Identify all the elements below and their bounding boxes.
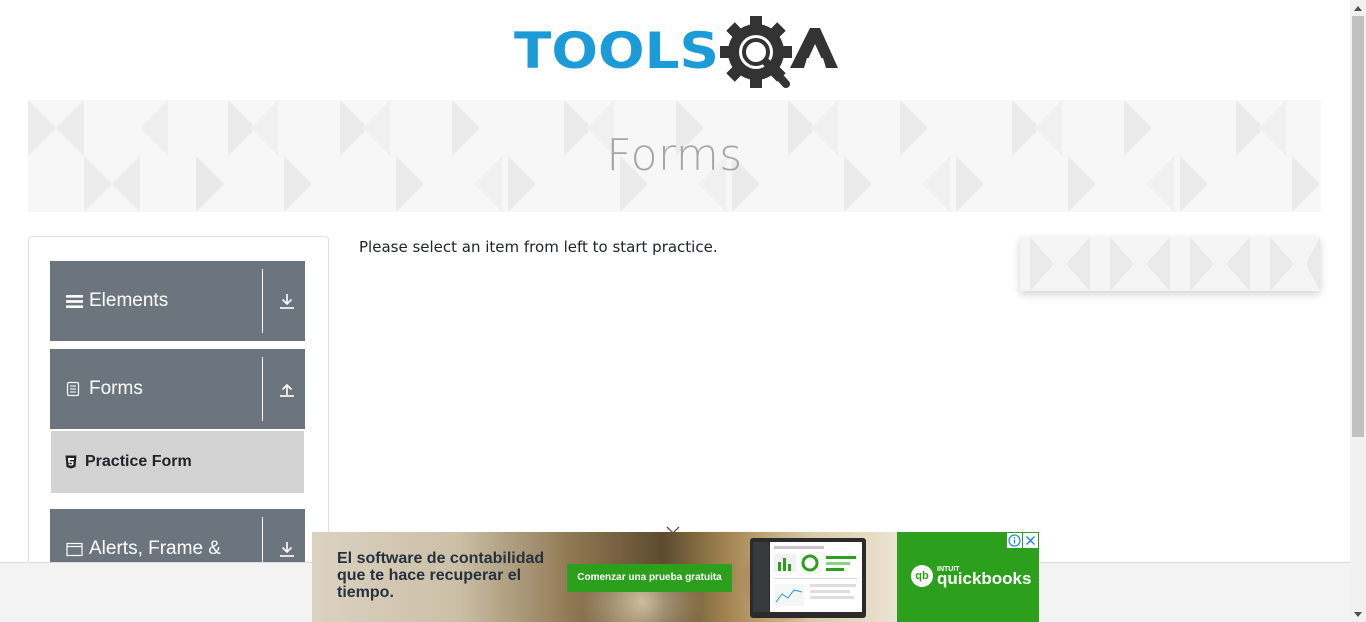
divider [262, 357, 263, 421]
info-icon[interactable] [1007, 533, 1022, 548]
page: TOOLS Forms Elements Forms Practice Form… [0, 0, 1366, 622]
divider [262, 269, 263, 333]
html5-shield-icon [65, 431, 77, 493]
scroll-up-arrow-icon[interactable] [1350, 0, 1366, 16]
page-title: Forms [606, 130, 743, 181]
vertical-scrollbar[interactable] [1350, 0, 1366, 622]
page-banner: Forms [28, 100, 1321, 212]
document-icon [66, 349, 80, 429]
close-icon[interactable] [1023, 533, 1038, 548]
scrollbar-thumb[interactable] [1352, 16, 1364, 437]
instruction-text: Please select an item from left to start… [359, 238, 718, 256]
sidebar-group-label: Forms [89, 378, 143, 399]
ad-headline: El software de contabilidad que te hace … [337, 550, 545, 601]
right-ad-placeholder [1020, 237, 1320, 291]
toolsqa-logo[interactable]: TOOLS [514, 14, 840, 92]
placeholder-pattern [1020, 237, 1320, 291]
hamburger-icon [66, 261, 83, 341]
quickbooks-logo-icon: qb [911, 565, 933, 587]
scroll-down-arrow-icon[interactable] [1350, 606, 1366, 622]
download-arrow-icon[interactable] [275, 261, 299, 341]
sidebar-item-label: Practice Form [85, 453, 192, 470]
sidebar-group-forms[interactable]: Forms [50, 349, 305, 429]
dashboard-graphic [774, 546, 858, 606]
svg-text:TOOLS: TOOLS [514, 22, 719, 80]
gear-magnifier-icon [720, 16, 792, 88]
sidebar-group-label: Elements [89, 290, 169, 311]
sidebar-group-elements[interactable]: Elements [50, 261, 305, 341]
quickbooks-label: quickbooks [937, 569, 1032, 588]
ad-banner[interactable]: El software de contabilidad que te hace … [312, 532, 1039, 622]
sidebar-item-practice-form[interactable]: Practice Form [51, 431, 304, 493]
logo-graphic: TOOLS [514, 16, 838, 88]
laptop-image [750, 538, 866, 618]
ad-cta-button[interactable]: Comenzar una prueba gratuita [567, 564, 732, 592]
upload-arrow-icon[interactable] [275, 349, 299, 429]
